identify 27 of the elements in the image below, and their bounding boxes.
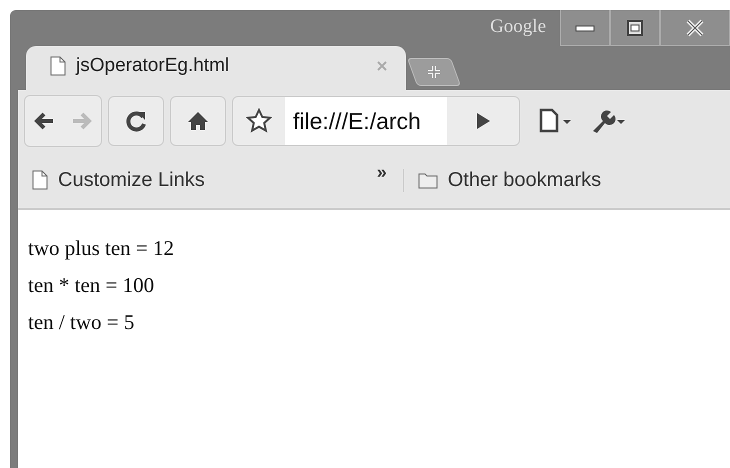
home-button[interactable] xyxy=(170,96,226,146)
folder-icon xyxy=(418,171,438,189)
maximize-button[interactable] xyxy=(610,10,660,46)
home-icon xyxy=(186,109,210,133)
other-bookmarks[interactable]: Other bookmarks xyxy=(402,168,602,192)
address-bar[interactable]: file:///E:/arch xyxy=(232,96,520,146)
minimize-button[interactable] xyxy=(560,10,610,46)
overflow-chevron[interactable]: » xyxy=(376,162,387,183)
page-icon xyxy=(50,56,66,76)
browser-tab[interactable]: jsOperatorEg.html xyxy=(26,46,406,90)
reload-icon xyxy=(124,109,148,133)
plus-icon xyxy=(425,63,443,81)
minimize-icon xyxy=(575,22,595,32)
maximize-icon xyxy=(626,18,644,36)
address-text[interactable]: file:///E:/arch xyxy=(285,97,447,145)
output-line: ten * ten = 100 xyxy=(28,272,156,299)
bookmark-item[interactable]: Customize Links xyxy=(32,168,205,192)
new-tab-button[interactable] xyxy=(406,58,462,86)
output-line: two plus ten = 12 xyxy=(28,235,176,262)
reload-button[interactable] xyxy=(108,96,164,146)
output-line: ten / two = 5 xyxy=(28,309,136,336)
close-icon xyxy=(685,18,705,36)
play-icon[interactable] xyxy=(475,112,491,130)
star-icon[interactable] xyxy=(246,108,272,134)
brand-label: Google xyxy=(490,16,546,38)
page-icon xyxy=(32,170,48,190)
page-menu-icon[interactable] xyxy=(538,108,572,134)
